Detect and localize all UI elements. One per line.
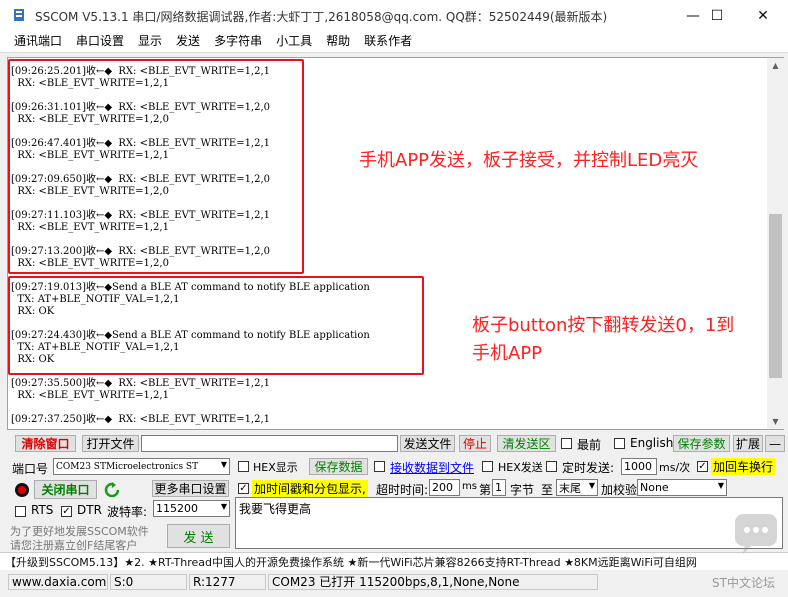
timeout-input[interactable]: 200 xyxy=(429,479,460,496)
send-button[interactable]: 发 送 xyxy=(167,524,230,548)
menu-item-display[interactable]: 显示 xyxy=(131,32,169,52)
rts-checkbox[interactable] xyxy=(15,506,26,517)
log-line: RX: <BLE_EVT_WRITE=1,2,1 xyxy=(11,390,169,401)
dtr-checkbox[interactable]: ✓ xyxy=(61,506,72,517)
recv-to-file-checkbox[interactable] xyxy=(374,461,385,472)
close-button[interactable]: ✕ xyxy=(740,0,786,32)
baud-label: 波特率: xyxy=(107,505,148,519)
always-on-top-checkbox[interactable] xyxy=(561,438,572,449)
send-textarea[interactable]: 我要飞得更高 xyxy=(235,497,783,549)
chat-watermark-icon xyxy=(735,514,777,554)
interval-unit: ms/次 xyxy=(659,461,691,474)
hex-send-label: HEX发送 xyxy=(498,461,543,474)
scroll-up-icon[interactable]: ▲ xyxy=(767,61,784,70)
byte-start-input[interactable]: 1 xyxy=(492,479,506,496)
add-crlf-checkbox[interactable]: ✓ xyxy=(697,461,708,472)
byte-label: 字节 xyxy=(510,483,535,497)
ticker-text[interactable]: 【升级到SSCOM5.13】★2. ★RT-Thread中国人的开源免费操作系统… xyxy=(5,554,697,570)
port-label: 端口号 xyxy=(12,462,49,476)
english-checkbox[interactable] xyxy=(614,438,625,449)
open-file-button[interactable]: 打开文件 xyxy=(82,435,139,452)
log-line: [09:27:37.250]收←◆ RX: <BLE_EVT_WRITE=1,2… xyxy=(11,414,271,425)
window-title: SSCOM V5.13.1 串口/网络数据调试器,作者:大虾丁丁,2618058… xyxy=(35,10,608,24)
add-crlf-label: 加回车换行 xyxy=(711,458,776,475)
stop-button[interactable]: 停止 xyxy=(459,435,491,452)
clear-window-button[interactable]: 清除窗口 xyxy=(15,435,76,452)
port-select[interactable]: COM23 STMicroelectronics ST ▼ xyxy=(53,458,230,475)
hex-send-checkbox[interactable] xyxy=(482,461,493,472)
byte-end-select[interactable]: 末尾 ▼ xyxy=(556,479,598,496)
save-params-button[interactable]: 保存参数 xyxy=(673,435,730,452)
menu-item-contact[interactable]: 联系作者 xyxy=(357,32,419,52)
dropdown-arrow-icon: ▼ xyxy=(220,502,227,511)
menu-item-tools[interactable]: 小工具 xyxy=(269,32,319,52)
dropdown-arrow-icon: ▼ xyxy=(220,460,227,469)
menu-item-help[interactable]: 帮助 xyxy=(319,32,357,52)
annotation-text-bottom-1: 板子button按下翻转发送0，1到 xyxy=(472,315,735,336)
recv-to-file-label[interactable]: 接收数据到文件 xyxy=(390,459,474,476)
expand-button[interactable]: 扩展 xyxy=(733,435,763,452)
hex-display-checkbox[interactable] xyxy=(238,461,249,472)
collapse-button[interactable]: — xyxy=(765,435,785,452)
status-recv-count: R:1277 xyxy=(189,574,266,590)
scroll-down-icon[interactable]: ▼ xyxy=(767,417,784,426)
clear-send-area-button[interactable]: 清发送区 xyxy=(497,435,556,452)
baud-select[interactable]: 115200 ▼ xyxy=(153,500,230,517)
save-data-button[interactable]: 保存数据 xyxy=(309,458,368,475)
promo-line-2: 请您注册嘉立创F结尾客户 xyxy=(10,539,138,552)
sscom-app-icon xyxy=(14,9,24,21)
forum-watermark: ST中文论坛 xyxy=(712,576,775,590)
timed-send-label: 定时发送: xyxy=(562,461,615,475)
annotation-text-bottom-2: 手机APP xyxy=(472,343,543,364)
rts-label: RTS xyxy=(31,503,54,517)
status-port-state: COM23 已打开 115200bps,8,1,None,None xyxy=(268,574,598,590)
close-port-button[interactable]: 关闭串口 xyxy=(34,480,97,499)
checksum-label: 加校验 xyxy=(601,483,638,497)
refresh-icon[interactable] xyxy=(104,482,120,498)
menu-item-serial-settings[interactable]: 串口设置 xyxy=(69,32,131,52)
dtr-label: DTR xyxy=(77,503,102,517)
dropdown-arrow-icon: ▼ xyxy=(588,481,595,490)
annotation-text-top: 手机APP发送，板子接受，并控制LED亮灭 xyxy=(359,150,699,171)
byte-prefix-label: 第 xyxy=(479,483,492,497)
always-on-top-label: 最前 xyxy=(577,438,602,452)
checksum-select[interactable]: None ▼ xyxy=(637,479,727,496)
more-settings-button[interactable]: 更多串口设置 xyxy=(152,480,229,497)
file-path-input[interactable] xyxy=(141,435,398,452)
timestamp-label: 加时间戳和分包显示, xyxy=(252,480,368,497)
status-sent-count: S:0 xyxy=(110,574,187,590)
to-label: 至 xyxy=(541,483,554,497)
timed-send-checkbox[interactable] xyxy=(546,461,557,472)
interval-input[interactable]: 1000 xyxy=(621,458,657,475)
menu-item-send[interactable]: 发送 xyxy=(169,32,207,52)
menu-bar: 通讯端口 串口设置 显示 发送 多字符串 小工具 帮助 联系作者 xyxy=(0,32,788,53)
hex-display-label: HEX显示 xyxy=(253,461,298,474)
english-label: English xyxy=(630,436,674,450)
log-line: [09:27:35.500]收←◆ RX: <BLE_EVT_WRITE=1,2… xyxy=(11,378,271,389)
menu-item-port[interactable]: 通讯端口 xyxy=(0,32,69,52)
annotation-box-send xyxy=(8,276,424,375)
annotation-box-receive xyxy=(8,59,304,274)
send-file-button[interactable]: 发送文件 xyxy=(400,435,455,452)
timeout-label: 超时时间: xyxy=(376,483,429,497)
dropdown-arrow-icon: ▼ xyxy=(717,481,724,490)
timestamp-checkbox[interactable]: ✓ xyxy=(238,483,249,494)
status-url[interactable]: www.daxia.com xyxy=(8,574,108,590)
maximize-button[interactable]: ☐ xyxy=(694,0,740,32)
scrollbar-thumb[interactable] xyxy=(769,214,782,378)
port-status-icon xyxy=(15,483,29,497)
timeout-unit: ms xyxy=(462,481,477,492)
menu-item-multi-string[interactable]: 多字符串 xyxy=(207,32,269,52)
